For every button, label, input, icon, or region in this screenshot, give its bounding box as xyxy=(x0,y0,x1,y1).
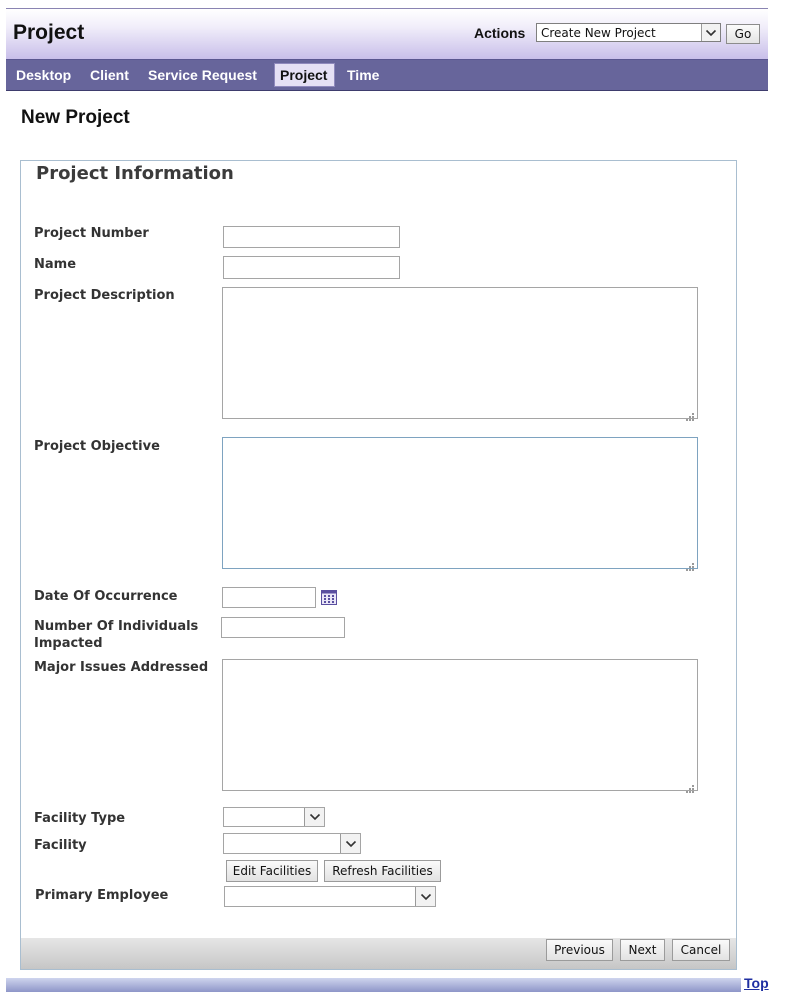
facility-type-label: Facility Type xyxy=(34,811,126,826)
project-number-label: Project Number xyxy=(34,226,149,241)
nav-item-project[interactable]: Project xyxy=(280,67,327,83)
name-input[interactable] xyxy=(223,256,400,279)
primary-employee-label: Primary Employee xyxy=(35,888,169,903)
resize-grip-icon[interactable] xyxy=(685,406,694,421)
page-title: New Project xyxy=(21,107,130,128)
facility-dropdown[interactable] xyxy=(223,833,361,854)
individuals-impacted-label-line2: Impacted xyxy=(34,636,103,651)
section-title: Project Information xyxy=(36,163,234,184)
major-issues-textarea[interactable] xyxy=(222,659,698,793)
calendar-icon[interactable] xyxy=(321,590,337,605)
individuals-impacted-input[interactable] xyxy=(221,617,345,638)
project-number-input[interactable] xyxy=(223,226,400,248)
individuals-impacted-label-line1: Number Of Individuals xyxy=(34,619,199,634)
facility-label: Facility xyxy=(34,838,87,853)
cancel-button[interactable]: Cancel xyxy=(672,939,730,961)
nav-item-client[interactable]: Client xyxy=(90,67,129,83)
bottom-bar xyxy=(6,978,741,992)
refresh-facilities-button[interactable]: Refresh Facilities xyxy=(324,860,441,882)
go-button[interactable]: Go xyxy=(726,24,760,44)
nav-item-time[interactable]: Time xyxy=(347,67,379,83)
previous-button[interactable]: Previous xyxy=(546,939,613,961)
chevron-down-icon[interactable] xyxy=(701,24,720,41)
nav-item-service-request[interactable]: Service Request xyxy=(148,67,257,83)
project-objective-textarea[interactable] xyxy=(222,437,698,571)
project-description-textarea[interactable] xyxy=(222,287,698,421)
resize-grip-icon[interactable] xyxy=(685,556,694,571)
app-title: Project xyxy=(13,21,85,44)
top-link[interactable]: Top xyxy=(744,975,769,991)
resize-grip-icon[interactable] xyxy=(685,778,694,793)
chevron-down-icon[interactable] xyxy=(304,808,324,826)
date-of-occurrence-label: Date Of Occurrence xyxy=(34,589,178,604)
chevron-down-icon[interactable] xyxy=(415,887,435,906)
nav-item-desktop[interactable]: Desktop xyxy=(16,67,71,83)
edit-facilities-button[interactable]: Edit Facilities xyxy=(226,860,318,882)
project-objective-label: Project Objective xyxy=(34,439,160,454)
project-description-label: Project Description xyxy=(34,288,175,303)
major-issues-label: Major Issues Addressed xyxy=(34,660,209,675)
actions-label: Actions xyxy=(474,25,526,41)
date-of-occurrence-input[interactable] xyxy=(222,587,316,608)
primary-employee-dropdown[interactable] xyxy=(224,886,436,907)
facility-type-dropdown[interactable] xyxy=(223,807,325,827)
name-label: Name xyxy=(34,257,77,272)
chevron-down-icon[interactable] xyxy=(340,834,360,853)
next-button[interactable]: Next xyxy=(620,939,665,961)
actions-selected-value: Create New Project xyxy=(541,26,656,40)
